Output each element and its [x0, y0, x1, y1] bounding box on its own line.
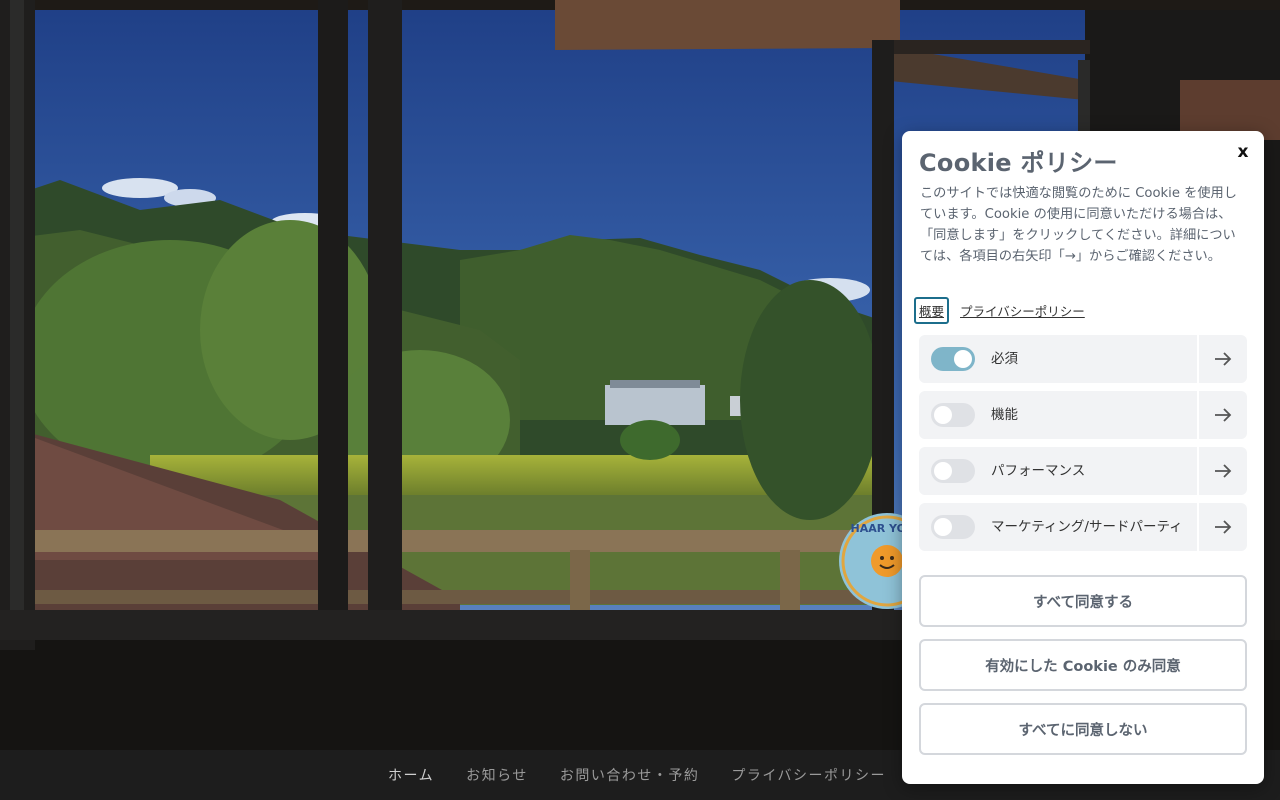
tab-privacy-policy[interactable]: プライバシーポリシー [957, 299, 1088, 322]
cookie-category-list: 必須 機能 パフォーマンス マーケティング/サードパーティ [919, 335, 1247, 559]
footer-link-contact[interactable]: お問い合わせ・予約 [544, 765, 716, 785]
category-row-functional: 機能 [919, 391, 1247, 439]
toggle-knob [934, 518, 952, 536]
cookie-policy-dialog: x Cookie ポリシー このサイトでは快適な閲覧のために Cookie を使… [902, 131, 1264, 784]
arrow-right-icon[interactable] [1199, 391, 1247, 439]
reject-all-button[interactable]: すべてに同意しない [919, 703, 1247, 755]
footer-nav: ホーム お知らせ お問い合わせ・予約 プライバシーポリシー [372, 750, 902, 800]
category-row-marketing: マーケティング/サードパーティ [919, 503, 1247, 551]
tab-overview[interactable]: 概要 [913, 297, 950, 324]
accept-selected-button[interactable]: 有効にした Cookie のみ同意 [919, 639, 1247, 691]
arrow-right-icon[interactable] [1199, 335, 1247, 383]
category-label: パフォーマンス [991, 463, 1086, 479]
toggle-knob [934, 462, 952, 480]
dialog-description: このサイトでは快適な閲覧のために Cookie を使用しています。Cookie … [920, 186, 1237, 264]
footer-link-privacy[interactable]: プライバシーポリシー [715, 765, 902, 785]
category-row-performance: パフォーマンス [919, 447, 1247, 495]
category-label: 必須 [991, 351, 1018, 367]
cookie-tabs: 概要 プライバシーポリシー [913, 297, 1088, 324]
dialog-title: Cookie ポリシー [919, 149, 1118, 177]
footer-link-news[interactable]: お知らせ [450, 765, 544, 785]
arrow-right-icon[interactable] [1199, 503, 1247, 551]
close-button[interactable]: x [1232, 141, 1254, 163]
footer-link-home[interactable]: ホーム [372, 765, 450, 785]
toggle-functional[interactable] [931, 403, 975, 427]
arrow-right-icon[interactable] [1199, 447, 1247, 495]
category-row-required: 必須 [919, 335, 1247, 383]
accept-all-button[interactable]: すべて同意する [919, 575, 1247, 627]
toggle-marketing[interactable] [931, 515, 975, 539]
toggle-knob [934, 406, 952, 424]
category-label: マーケティング/サードパーティ [991, 519, 1183, 535]
toggle-performance[interactable] [931, 459, 975, 483]
toggle-required[interactable] [931, 347, 975, 371]
category-label: 機能 [991, 407, 1018, 423]
toggle-knob [954, 350, 972, 368]
